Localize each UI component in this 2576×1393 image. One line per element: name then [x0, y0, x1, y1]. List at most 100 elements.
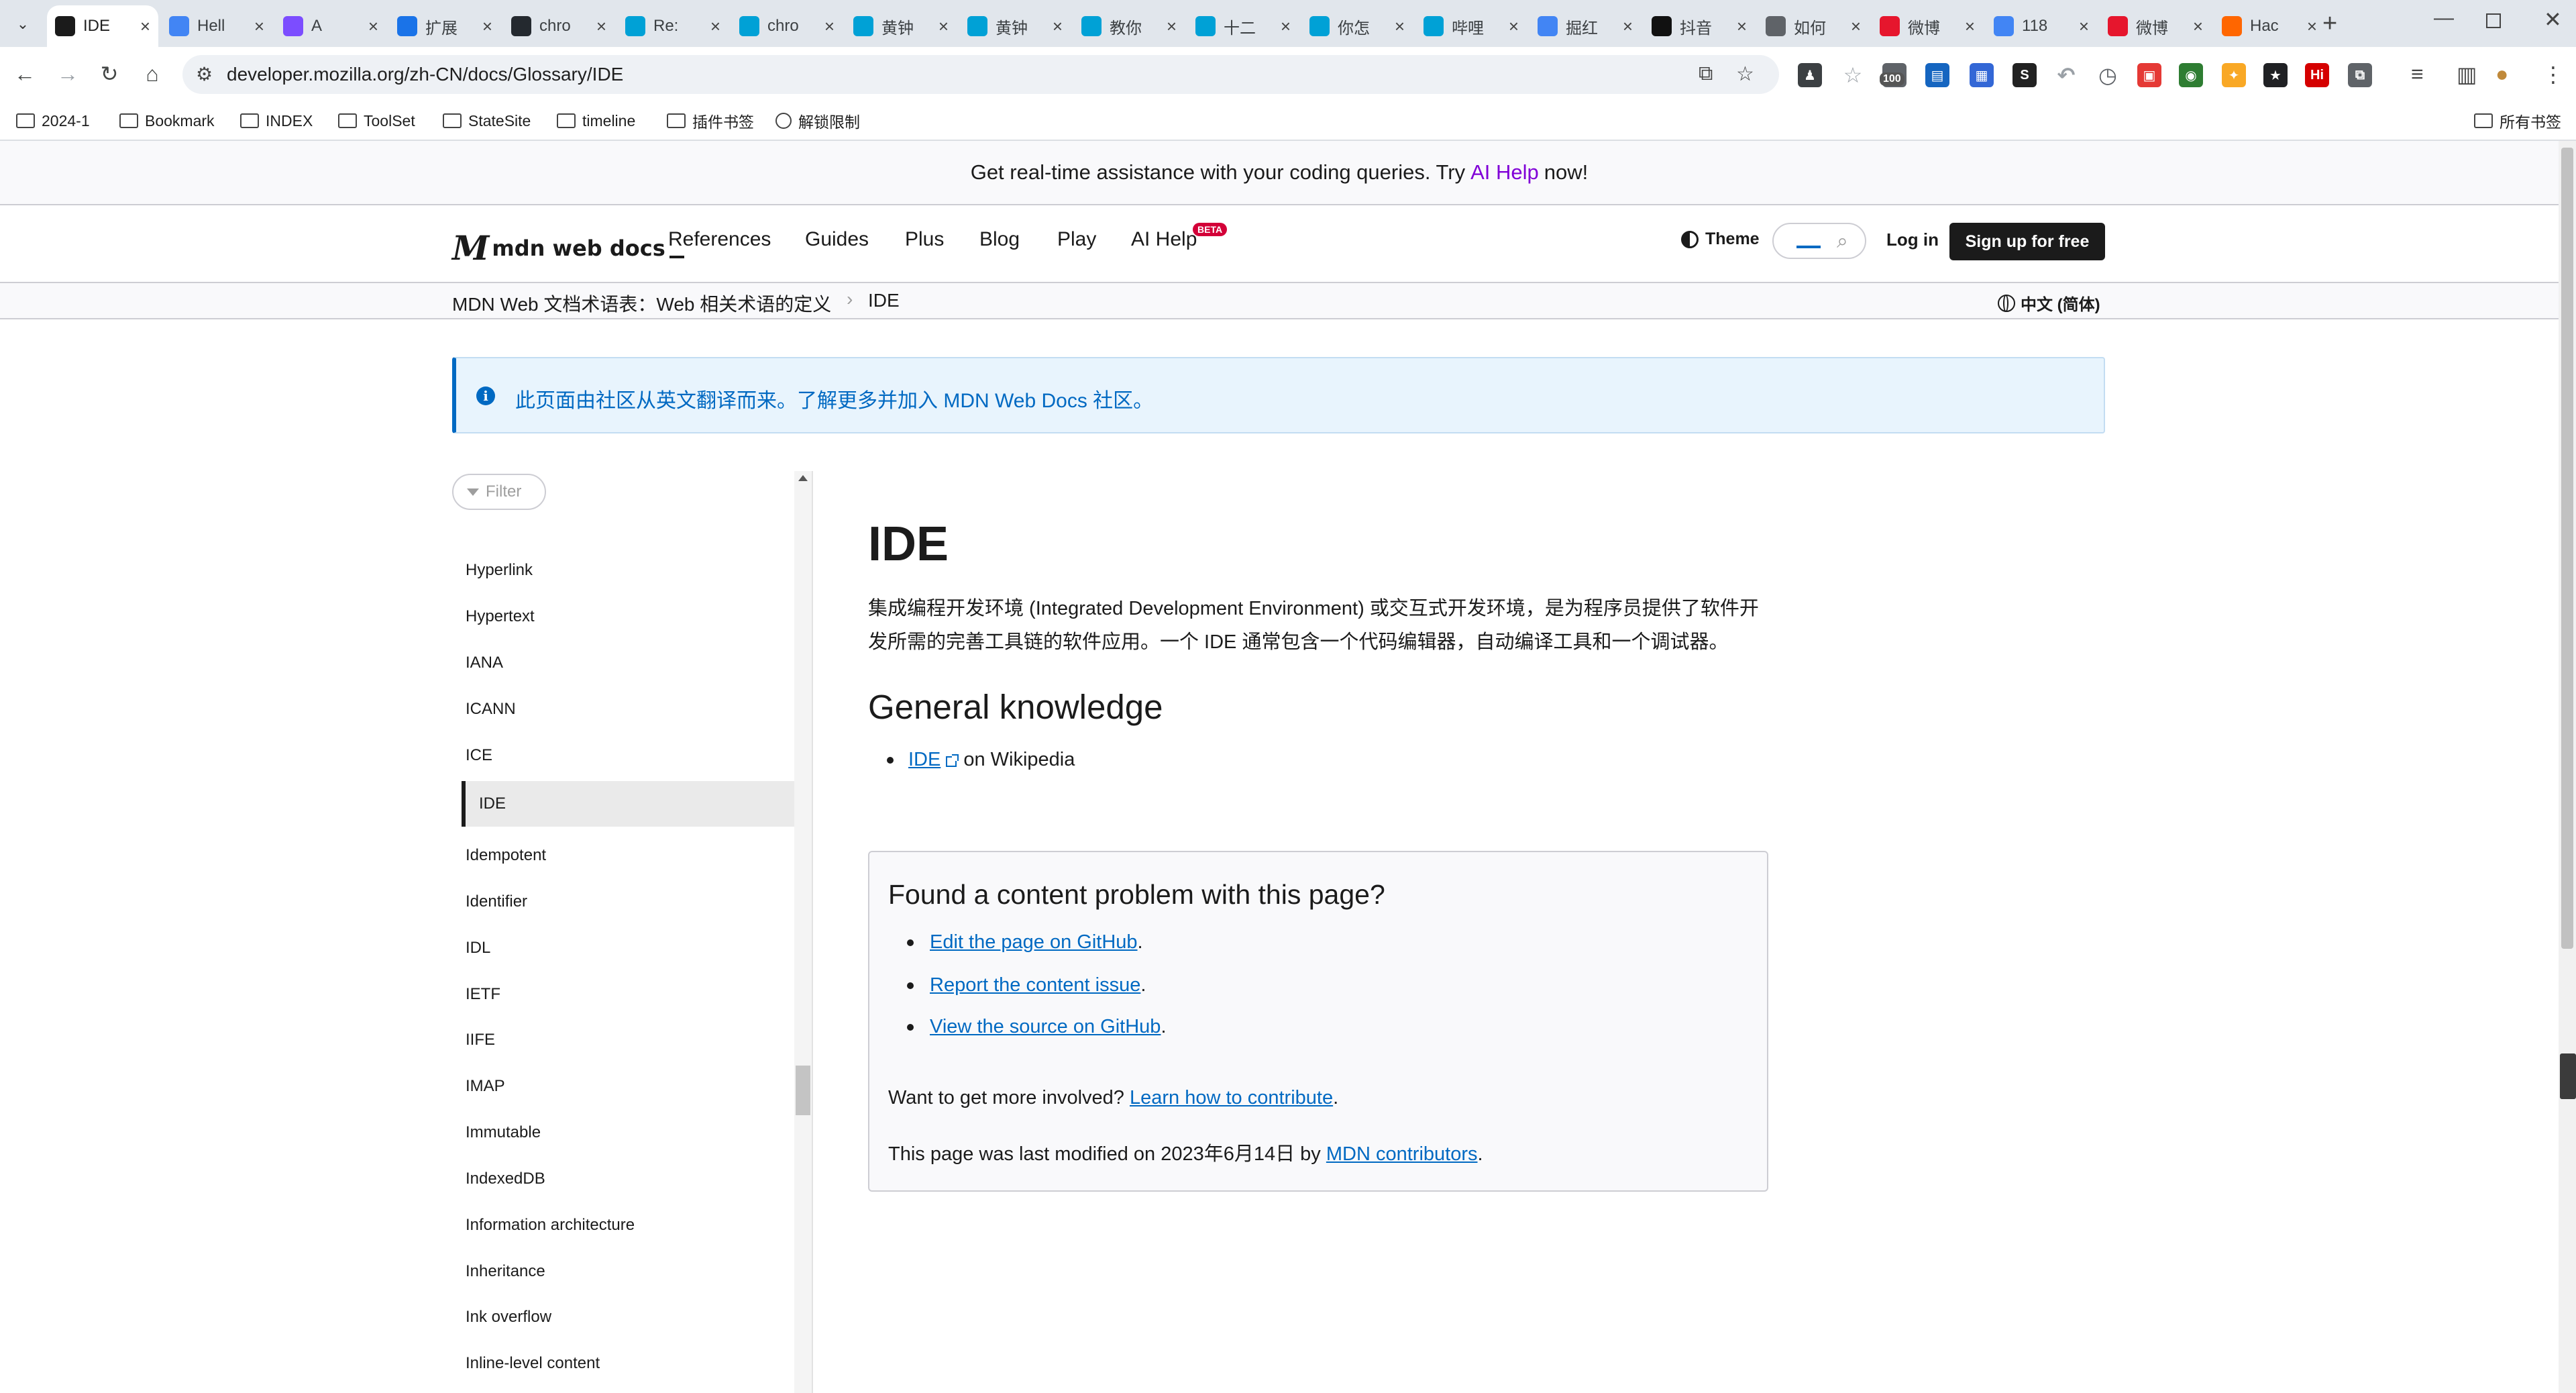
sidebar-item[interactable]: Hypertext: [466, 607, 535, 626]
site-info-icon[interactable]: ⚙: [196, 63, 213, 85]
sidebar-item[interactable]: Information architecture: [466, 1216, 635, 1235]
undo-ext-icon[interactable]: ↶: [2054, 63, 2078, 87]
tab-close-icon[interactable]: ×: [710, 16, 720, 37]
tab-close-icon[interactable]: ×: [2079, 16, 2089, 37]
login-link[interactable]: Log in: [1886, 229, 1939, 250]
sidebar-item[interactable]: IIFE: [466, 1031, 495, 1049]
sidebar-item[interactable]: IMAP: [466, 1077, 505, 1096]
minimize-button[interactable]: —: [2434, 7, 2454, 30]
tab-close-icon[interactable]: ×: [1965, 16, 1975, 37]
hi-ext-icon[interactable]: Hi: [2305, 63, 2329, 87]
tab-groups-icon[interactable]: ≡: [2411, 62, 2424, 87]
nav-references[interactable]: References: [668, 228, 771, 251]
view-source-link[interactable]: View the source on GitHub: [930, 1016, 1161, 1038]
wikipedia-link[interactable]: IDE: [908, 749, 941, 771]
browser-tab[interactable]: 十二 ×: [1187, 5, 1299, 47]
sidebar-item[interactable]: IETF: [466, 985, 500, 1004]
bookmark-folder[interactable]: ToolSet: [338, 109, 415, 133]
breadcrumb-glossary[interactable]: MDN Web 文档术语表：Web 相关术语的定义: [452, 290, 831, 317]
browser-tab[interactable]: 扩展 ×: [389, 5, 500, 47]
url-text[interactable]: developer.mozilla.org/zh-CN/docs/Glossar…: [227, 64, 623, 85]
language-switcher[interactable]: 中文 (简体): [1998, 291, 2100, 315]
contribute-link[interactable]: Learn how to contribute: [1130, 1087, 1333, 1108]
page-scrollbar[interactable]: [2559, 141, 2576, 1393]
nav-ai-help[interactable]: AI Help: [1131, 228, 1197, 251]
sidebar-item[interactable]: IANA: [466, 654, 503, 672]
sidebar-filter-input[interactable]: Filter: [452, 474, 546, 510]
browser-tab[interactable]: 如何 ×: [1758, 5, 1869, 47]
bookmark-star-icon[interactable]: ☆: [1736, 62, 1754, 86]
tab-close-icon[interactable]: ×: [1509, 16, 1519, 37]
sidebar-item-current[interactable]: IDE: [462, 781, 794, 827]
tab-close-icon[interactable]: ×: [140, 16, 150, 37]
sidebar-item[interactable]: Idempotent: [466, 846, 546, 865]
browser-tab[interactable]: Hell ×: [161, 5, 272, 47]
browser-tab[interactable]: Re: ×: [617, 5, 729, 47]
nav-plus[interactable]: Plus: [905, 228, 944, 251]
browser-tab[interactable]: 微博 ×: [1872, 5, 1983, 47]
browser-tab[interactable]: chro ×: [731, 5, 843, 47]
extensions-ext-icon[interactable]: ⧉: [2348, 63, 2372, 87]
tab-close-icon[interactable]: ×: [2193, 16, 2203, 37]
page-scroll-thumb[interactable]: [2561, 148, 2573, 949]
close-window-button[interactable]: ✕: [2544, 7, 2562, 32]
reader-ext-icon[interactable]: ▤: [1925, 63, 1949, 87]
tab-close-icon[interactable]: ×: [1851, 16, 1861, 37]
mdn-logo[interactable]: M mdn web docs: [452, 228, 684, 268]
sidebar-scrollbar[interactable]: [794, 471, 812, 1393]
s-ext-icon[interactable]: S: [2012, 63, 2037, 87]
bookmark-folder[interactable]: StateSite: [443, 109, 531, 133]
puzzle-ext-icon[interactable]: ✦: [2222, 63, 2246, 87]
tab-search-button[interactable]: ⌄: [9, 12, 36, 36]
tab-close-icon[interactable]: ×: [824, 16, 835, 37]
tab-close-icon[interactable]: ×: [1395, 16, 1405, 37]
nav-blog[interactable]: Blog: [979, 228, 1020, 251]
browser-tab[interactable]: 掘红 ×: [1529, 5, 1641, 47]
banner-ai-help-link[interactable]: AI Help: [1470, 160, 1539, 185]
tab-close-icon[interactable]: ×: [482, 16, 492, 37]
history-ext-icon[interactable]: ◷: [2096, 63, 2120, 87]
browser-tab[interactable]: 抖音 ×: [1644, 5, 1755, 47]
sidebar-item[interactable]: Immutable: [466, 1123, 541, 1142]
sidebar-item[interactable]: IndexedDB: [466, 1170, 545, 1188]
sidebar-item[interactable]: IDL: [466, 939, 490, 958]
green-ext-icon[interactable]: ◉: [2179, 63, 2203, 87]
breadcrumb-current[interactable]: IDE: [868, 290, 900, 311]
browser-tab[interactable]: Hac ×: [2214, 5, 2325, 47]
bookmark-folder[interactable]: 解锁限制: [775, 109, 860, 133]
nav-play[interactable]: Play: [1057, 228, 1096, 251]
sidebar-item[interactable]: ICE: [466, 746, 492, 765]
browser-tab[interactable]: 黄钟 ×: [959, 5, 1071, 47]
browser-tab[interactable]: 微博 ×: [2100, 5, 2211, 47]
tab-close-icon[interactable]: ×: [254, 16, 264, 37]
browser-tab[interactable]: IDE ×: [47, 5, 158, 47]
red-ext-icon[interactable]: ▣: [2137, 63, 2161, 87]
browser-tab[interactable]: 118 ×: [1986, 5, 2097, 47]
restore-button[interactable]: [2486, 13, 2501, 28]
scroll-up-arrow-icon[interactable]: [798, 475, 808, 481]
browser-tab[interactable]: 黄钟 ×: [845, 5, 957, 47]
tab-close-icon[interactable]: ×: [1167, 16, 1177, 37]
contributors-link[interactable]: MDN contributors: [1326, 1143, 1478, 1165]
sidebar-item[interactable]: Identifier: [466, 892, 527, 911]
tab-close-icon[interactable]: ×: [1281, 16, 1291, 37]
forward-icon[interactable]: →: [51, 57, 85, 91]
tab-close-icon[interactable]: ×: [1053, 16, 1063, 37]
bookmark-folder[interactable]: 2024-1: [16, 109, 90, 133]
calendar-ext-icon[interactable]: ▦: [1970, 63, 1994, 87]
back-icon[interactable]: ←: [8, 57, 42, 91]
install-app-icon[interactable]: ⧉: [1699, 62, 1713, 85]
home-icon[interactable]: ⌂: [136, 57, 169, 91]
bookmark-folder[interactable]: INDEX: [240, 109, 313, 133]
tab-close-icon[interactable]: ×: [1737, 16, 1747, 37]
sidebar-item[interactable]: Ink overflow: [466, 1308, 551, 1327]
sidebar-scroll-thumb[interactable]: [796, 1066, 810, 1115]
sidebar-item[interactable]: ICANN: [466, 700, 516, 719]
bookmark-folder[interactable]: timeline: [557, 109, 635, 133]
bookmark-folder[interactable]: 插件书签: [667, 109, 754, 133]
side-panel-tab[interactable]: [2560, 1053, 2576, 1099]
browser-tab[interactable]: A ×: [275, 5, 386, 47]
tab-close-icon[interactable]: ×: [938, 16, 949, 37]
side-panel-icon[interactable]: ▥: [2457, 62, 2477, 87]
bookmark-ext-icon[interactable]: ★: [2263, 63, 2288, 87]
